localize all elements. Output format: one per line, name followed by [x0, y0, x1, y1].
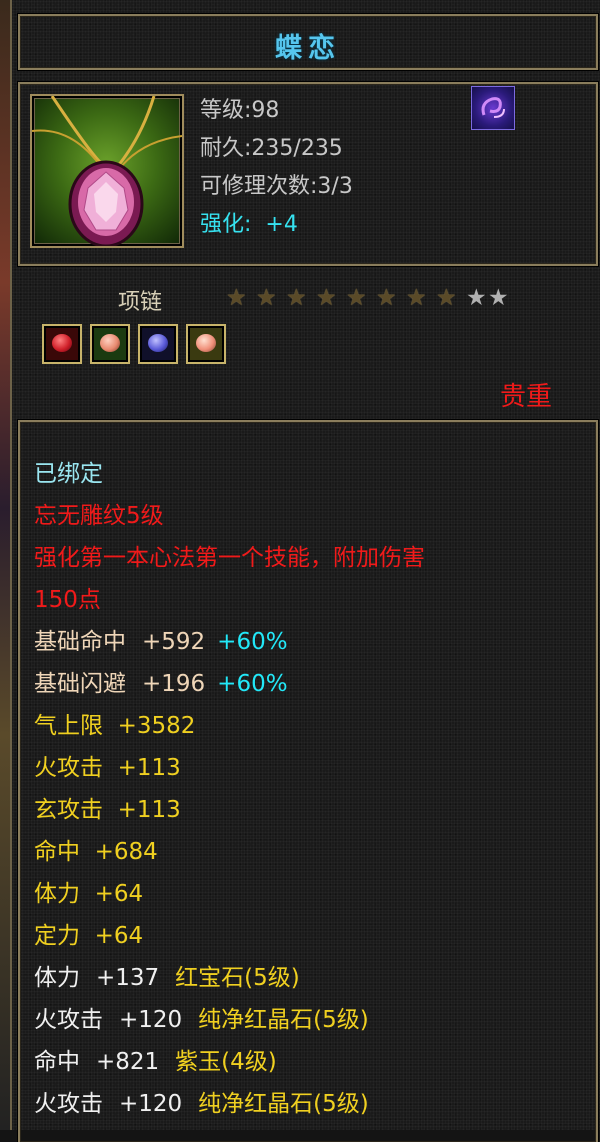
emblem-icon [471, 86, 515, 130]
necklace-art [31, 95, 183, 248]
gem-stat-line: 火攻击 +120 纯净红晶石(5级) [34, 1084, 369, 1118]
gem-name: 紫玉(4级) [175, 1049, 277, 1075]
star-icon: ★ [376, 285, 397, 311]
gem-stat-line: 体力 +137 红宝石(5级) [34, 958, 300, 992]
gem-stat-line: 命中 +821 紫玉(4级) [34, 1042, 277, 1076]
stat-percent: +60% [217, 629, 288, 655]
stat-hit: 命中 +684 [34, 839, 158, 865]
star-icon: ★ [256, 285, 277, 311]
star-icon: ★ [286, 285, 307, 311]
star-icon: ★ [346, 285, 367, 311]
title-panel: 蝶恋 [18, 14, 598, 70]
star-icon: ★ [226, 285, 247, 311]
rarity-label: 贵重 [500, 382, 553, 412]
star-icon: ★ [436, 285, 457, 311]
gem-name: 红宝石(5级) [175, 965, 300, 991]
stat-focus: 定力 +64 [34, 923, 144, 949]
item-repair-count: 可修理次数:3/3 [200, 174, 353, 199]
stat-percent: +60% [217, 671, 288, 697]
item-enhance: 强化: +4 [200, 206, 298, 238]
item-info-panel: 等级:98 耐久:235/235 可修理次数:3/3 强化: +4 [18, 82, 598, 266]
gem-stat-label: 火攻击 [34, 1091, 103, 1117]
stat-label: 基础命中 [34, 629, 126, 655]
necklace-icon [30, 94, 184, 248]
star-icon: ★ [406, 285, 427, 311]
gem-stat-label: 命中 [34, 1049, 80, 1075]
special-effect-desc: 强化第一本心法第一个技能，附加伤害 [34, 545, 425, 571]
blue-gem-icon [138, 324, 178, 364]
gem-stat-value: +120 [119, 1007, 183, 1033]
stat-base-hit: 基础命中 +592 +60% [34, 622, 288, 656]
stat-value: +592 [142, 629, 206, 655]
gem-stat-line: 火攻击 +120 纯净红晶石(5级) [34, 1000, 369, 1034]
enhance-label: 强化: [200, 212, 252, 237]
stat-stamina: 体力 +64 [34, 881, 144, 907]
item-durability: 耐久:235/235 [200, 136, 343, 161]
special-effect-desc-2: 150点 [34, 587, 101, 613]
gem-name: 纯净红晶石(5级) [198, 1007, 369, 1033]
star-empty-icon: ★ [466, 285, 487, 311]
stat-base-dodge: 基础闪避 +196 +60% [34, 664, 288, 698]
gem-stat-value: +120 [119, 1091, 183, 1117]
pink-gem-icon [186, 324, 226, 364]
bound-status: 已绑定 [34, 461, 103, 487]
stat-fire-attack: 火攻击 +113 [34, 755, 181, 781]
stat-value: +196 [142, 671, 206, 697]
gem-stat-label: 体力 [34, 965, 80, 991]
special-effect: 忘无雕纹5级 [34, 503, 164, 529]
gem-stat-label: 火攻击 [34, 1007, 103, 1033]
item-name: 蝶恋 [275, 33, 341, 64]
gem-stat-value: +137 [96, 965, 160, 991]
enhance-value: +4 [265, 212, 298, 237]
star-icon: ★ [316, 285, 337, 311]
background-strip [0, 0, 10, 1130]
item-type: 项链 [118, 290, 163, 315]
gem-stat-value: +821 [96, 1049, 160, 1075]
star-empty-icon: ★ [488, 285, 509, 311]
item-level: 等级:98 [200, 98, 280, 123]
attribute-panel: 已绑定 忘无雕纹5级 强化第一本心法第一个技能，附加伤害 150点 基础命中 +5… [18, 420, 598, 1142]
stat-label: 基础闪避 [34, 671, 126, 697]
stat-xuan-attack: 玄攻击 +113 [34, 797, 181, 823]
stat-qi: 气上限 +3582 [34, 713, 196, 739]
red-gem-icon [42, 324, 82, 364]
gem-name: 纯净红晶石(5级) [198, 1091, 369, 1117]
pink-green-gem-icon [90, 324, 130, 364]
